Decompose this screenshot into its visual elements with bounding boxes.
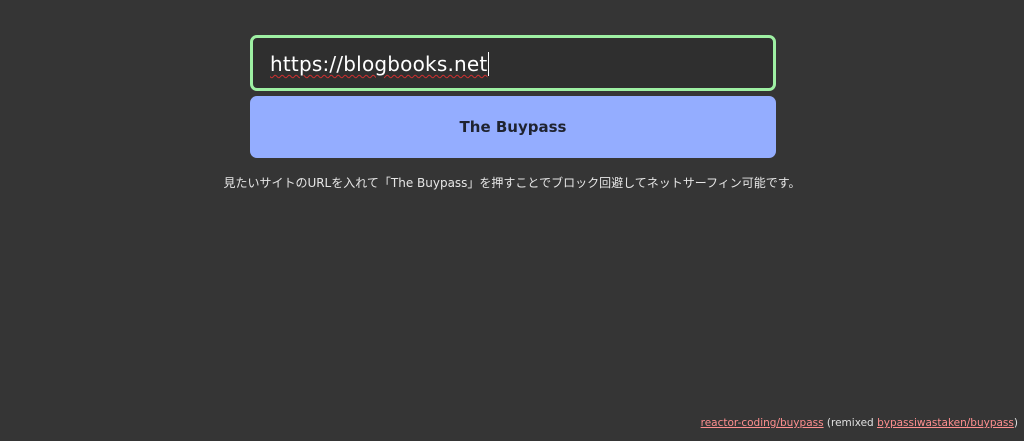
footer-credits: reactor-coding/buypass (remixed bypassiw… bbox=[701, 416, 1018, 430]
buypass-page: https://blogbooks.net The Buypass 見たいサイト… bbox=[0, 0, 1024, 441]
url-input[interactable] bbox=[253, 38, 773, 88]
buypass-button[interactable]: The Buypass bbox=[250, 96, 776, 158]
footer-close-paren: ) bbox=[1013, 417, 1018, 429]
url-input-container[interactable]: https://blogbooks.net bbox=[250, 35, 776, 91]
footer-link-bypassiwastaken[interactable]: bypassiwastaken/buypass bbox=[877, 417, 1014, 429]
footer-remixed-text: (remixed bbox=[823, 417, 878, 429]
footer-link-reactor-coding[interactable]: reactor-coding/buypass bbox=[701, 417, 824, 429]
instruction-text: 見たいサイトのURLを入れて「The Buypass」を押すことでブロック回避し… bbox=[223, 176, 801, 190]
